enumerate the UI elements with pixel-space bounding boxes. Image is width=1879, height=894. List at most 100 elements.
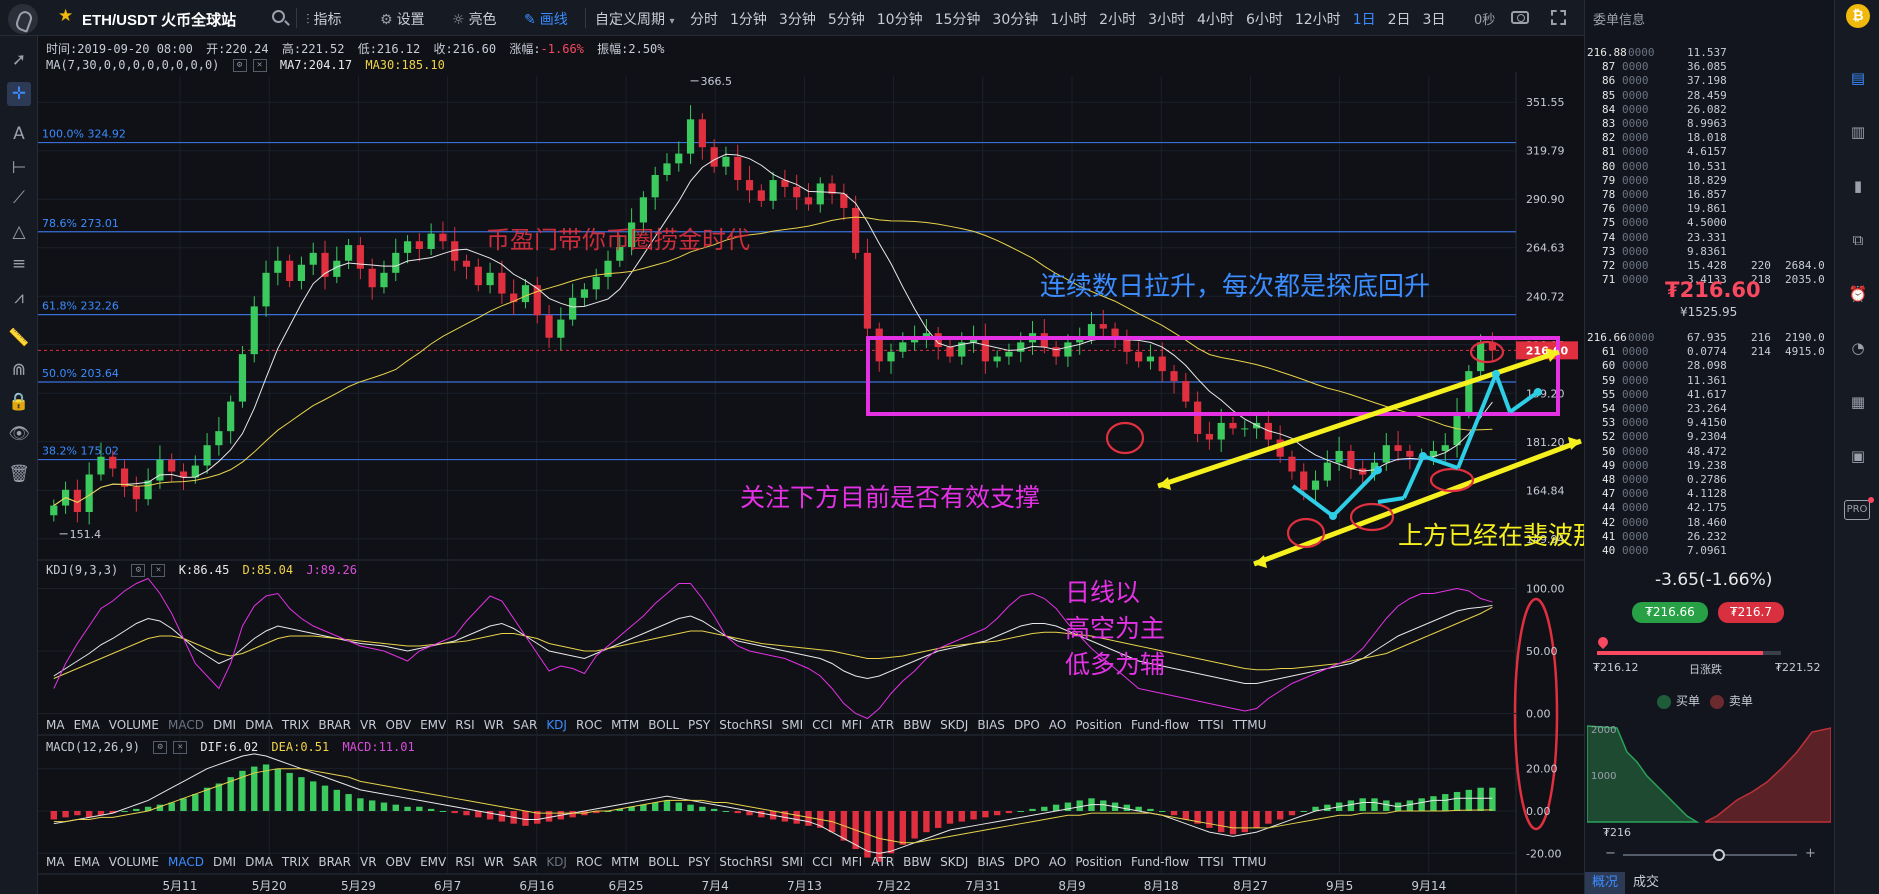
indicator-tab[interactable]: MTM [611, 855, 639, 869]
best-ask-button[interactable]: ₮216.7 [1718, 602, 1784, 623]
bitcoin-coin-icon[interactable]: ₿ [1846, 4, 1870, 28]
indicator-tab[interactable]: VOLUME [109, 718, 159, 732]
indicator-tab[interactable]: DMI [213, 855, 236, 869]
bid-row[interactable]: 52 0000 9.2304 [1585, 430, 1835, 444]
indicator-tab[interactable]: MTM [611, 718, 639, 732]
indicator-tab[interactable]: ATR [871, 718, 894, 732]
indicator-tab[interactable]: TRIX [282, 718, 309, 732]
indicator-tab[interactable]: AO [1049, 855, 1066, 869]
indicator-tab[interactable]: MFI [841, 718, 862, 732]
indicator-tab[interactable]: WR [484, 718, 504, 732]
ask-row[interactable]: 82 0000 18.018 [1585, 131, 1835, 145]
lock-icon[interactable]: 🔒 [7, 390, 31, 414]
ask-row[interactable]: 73 0000 9.8361 [1585, 245, 1835, 259]
cursor-arrow-icon[interactable]: ➚ [7, 48, 31, 72]
bid-row[interactable]: 41 0000 26.232 [1585, 530, 1835, 544]
pro-mode-icon[interactable]: PRO [1844, 500, 1870, 520]
indicator-tab[interactable]: SAR [513, 855, 537, 869]
indicator-tab[interactable]: VR [360, 855, 377, 869]
indicator-tab[interactable]: RSI [455, 718, 475, 732]
period-tab[interactable]: 3分钟 [779, 9, 816, 29]
period-tab[interactable]: 1小时 [1050, 9, 1087, 29]
indicator-tab[interactable]: KDJ [546, 855, 567, 869]
period-tab[interactable]: 3日 [1423, 9, 1446, 29]
indicator-tab[interactable]: TTMU [1233, 855, 1267, 869]
indicator-tab[interactable]: BRAR [318, 718, 351, 732]
eye-icon[interactable]: 👁 [7, 422, 31, 446]
alarm-clock-icon[interactable]: ⏰ [1846, 282, 1870, 306]
settings-button[interactable]: ⚙ 设置 [380, 9, 425, 29]
bid-row[interactable]: 216.66 0000 67.935 216 2190.0 [1585, 331, 1835, 345]
indicator-tab[interactable]: BOLL [648, 855, 679, 869]
ask-row[interactable]: 75 0000 4.5000 [1585, 216, 1835, 230]
zoom-out-icon[interactable]: − [1605, 846, 1616, 861]
screenshot-camera-icon[interactable] [1511, 11, 1529, 24]
indicator-tab[interactable]: MFI [841, 855, 862, 869]
orderbook-panel-icon[interactable]: ▤ [1846, 66, 1870, 90]
macd-close-button[interactable]: ✕ [173, 741, 188, 754]
bid-row[interactable]: 60 0000 28.098 [1585, 359, 1835, 373]
ask-row[interactable]: 84 0000 26.082 [1585, 103, 1835, 117]
bid-row[interactable]: 61 0000 0.0774 214 4915.0 [1585, 345, 1835, 359]
indicator-tab[interactable]: BBW [903, 718, 931, 732]
fibonacci-icon[interactable]: ≡ [7, 252, 31, 276]
ask-row[interactable]: 76 0000 19.861 [1585, 202, 1835, 216]
indicator-tab[interactable]: KDJ [546, 718, 567, 732]
indicator-tab[interactable]: MA [46, 718, 65, 732]
indicator-tab[interactable]: EMV [420, 718, 446, 732]
chart-canvas[interactable]: 351.55319.79290.90264.63240.72218.96199.… [38, 36, 1584, 894]
ruler-icon[interactable]: 📏 [7, 326, 31, 350]
calculator-icon[interactable]: ▦ [1846, 390, 1870, 414]
indicator-tab[interactable]: StochRSI [719, 718, 772, 732]
ask-row[interactable]: 216.88 0000 11.537 [1585, 46, 1835, 60]
bid-row[interactable]: 48 0000 0.2786 [1585, 473, 1835, 487]
ask-row[interactable]: 72 0000 15.428 220 2684.0 [1585, 259, 1835, 273]
wave-pattern-icon[interactable]: ⩘ [7, 286, 31, 310]
period-tab[interactable]: 15分钟 [935, 9, 981, 29]
favorite-star-icon[interactable]: ★ [58, 6, 73, 26]
fullscreen-icon[interactable] [1551, 10, 1566, 25]
text-tool-icon[interactable]: A [7, 122, 31, 146]
period-tab[interactable]: 2小时 [1099, 9, 1136, 29]
kdj-settings-button[interactable]: ⚙ [131, 564, 146, 577]
macd-settings-button[interactable]: ⚙ [153, 741, 168, 754]
indicator-tab[interactable]: SKDJ [940, 718, 968, 732]
period-tab[interactable]: 5分钟 [828, 9, 865, 29]
zoom-in-icon[interactable]: + [1805, 846, 1816, 861]
bid-row[interactable]: 50 0000 48.472 [1585, 445, 1835, 459]
ask-row[interactable]: 78 0000 16.857 [1585, 188, 1835, 202]
period-tab[interactable]: 分时 [690, 9, 718, 29]
indicator-tab[interactable]: BIAS [977, 855, 1005, 869]
indicator-tab[interactable]: CCI [812, 718, 832, 732]
indicator-tab[interactable]: PSY [688, 718, 710, 732]
indicator-tab[interactable]: StochRSI [719, 855, 772, 869]
indicator-tab[interactable]: SMI [782, 718, 804, 732]
indicator-tab[interactable]: DPO [1014, 855, 1040, 869]
indicator-tab[interactable]: Position [1075, 855, 1122, 869]
indicator-tab[interactable]: DPO [1014, 718, 1040, 732]
indicator-tab[interactable]: OBV [386, 855, 412, 869]
period-tab[interactable]: 4小时 [1197, 9, 1234, 29]
indicator-tab[interactable]: BBW [903, 855, 931, 869]
indicator-tab[interactable]: BOLL [648, 718, 679, 732]
indicator-tab[interactable]: SKDJ [940, 855, 968, 869]
indicator-tab[interactable]: MACD [168, 855, 204, 869]
ask-row[interactable]: 80 0000 10.531 [1585, 160, 1835, 174]
triangle-shape-icon[interactable]: △ [7, 220, 31, 244]
indicator-tab[interactable]: Position [1075, 718, 1122, 732]
indicator-tab[interactable]: RSI [455, 855, 475, 869]
ask-row[interactable]: 79 0000 18.829 [1585, 174, 1835, 188]
indicator-tab[interactable]: ROC [576, 718, 602, 732]
period-tab[interactable]: 1分钟 [730, 9, 767, 29]
ask-row[interactable]: 85 0000 28.459 [1585, 89, 1835, 103]
indicator-tab[interactable]: SMI [782, 855, 804, 869]
indicator-tab[interactable]: CCI [812, 855, 832, 869]
indicator-tab[interactable]: EMA [74, 718, 100, 732]
search-icon[interactable] [272, 10, 285, 23]
tab-overview[interactable]: 概况 [1585, 872, 1625, 894]
chart-area[interactable]: 351.55319.79290.90264.63240.72218.96199.… [38, 36, 1748, 894]
period-tab[interactable]: 1日 [1353, 9, 1376, 29]
indicator-tab[interactable]: VOLUME [109, 855, 159, 869]
depth-zoom-slider[interactable]: − + [1605, 846, 1816, 864]
bid-row[interactable]: 49 0000 19.238 [1585, 459, 1835, 473]
